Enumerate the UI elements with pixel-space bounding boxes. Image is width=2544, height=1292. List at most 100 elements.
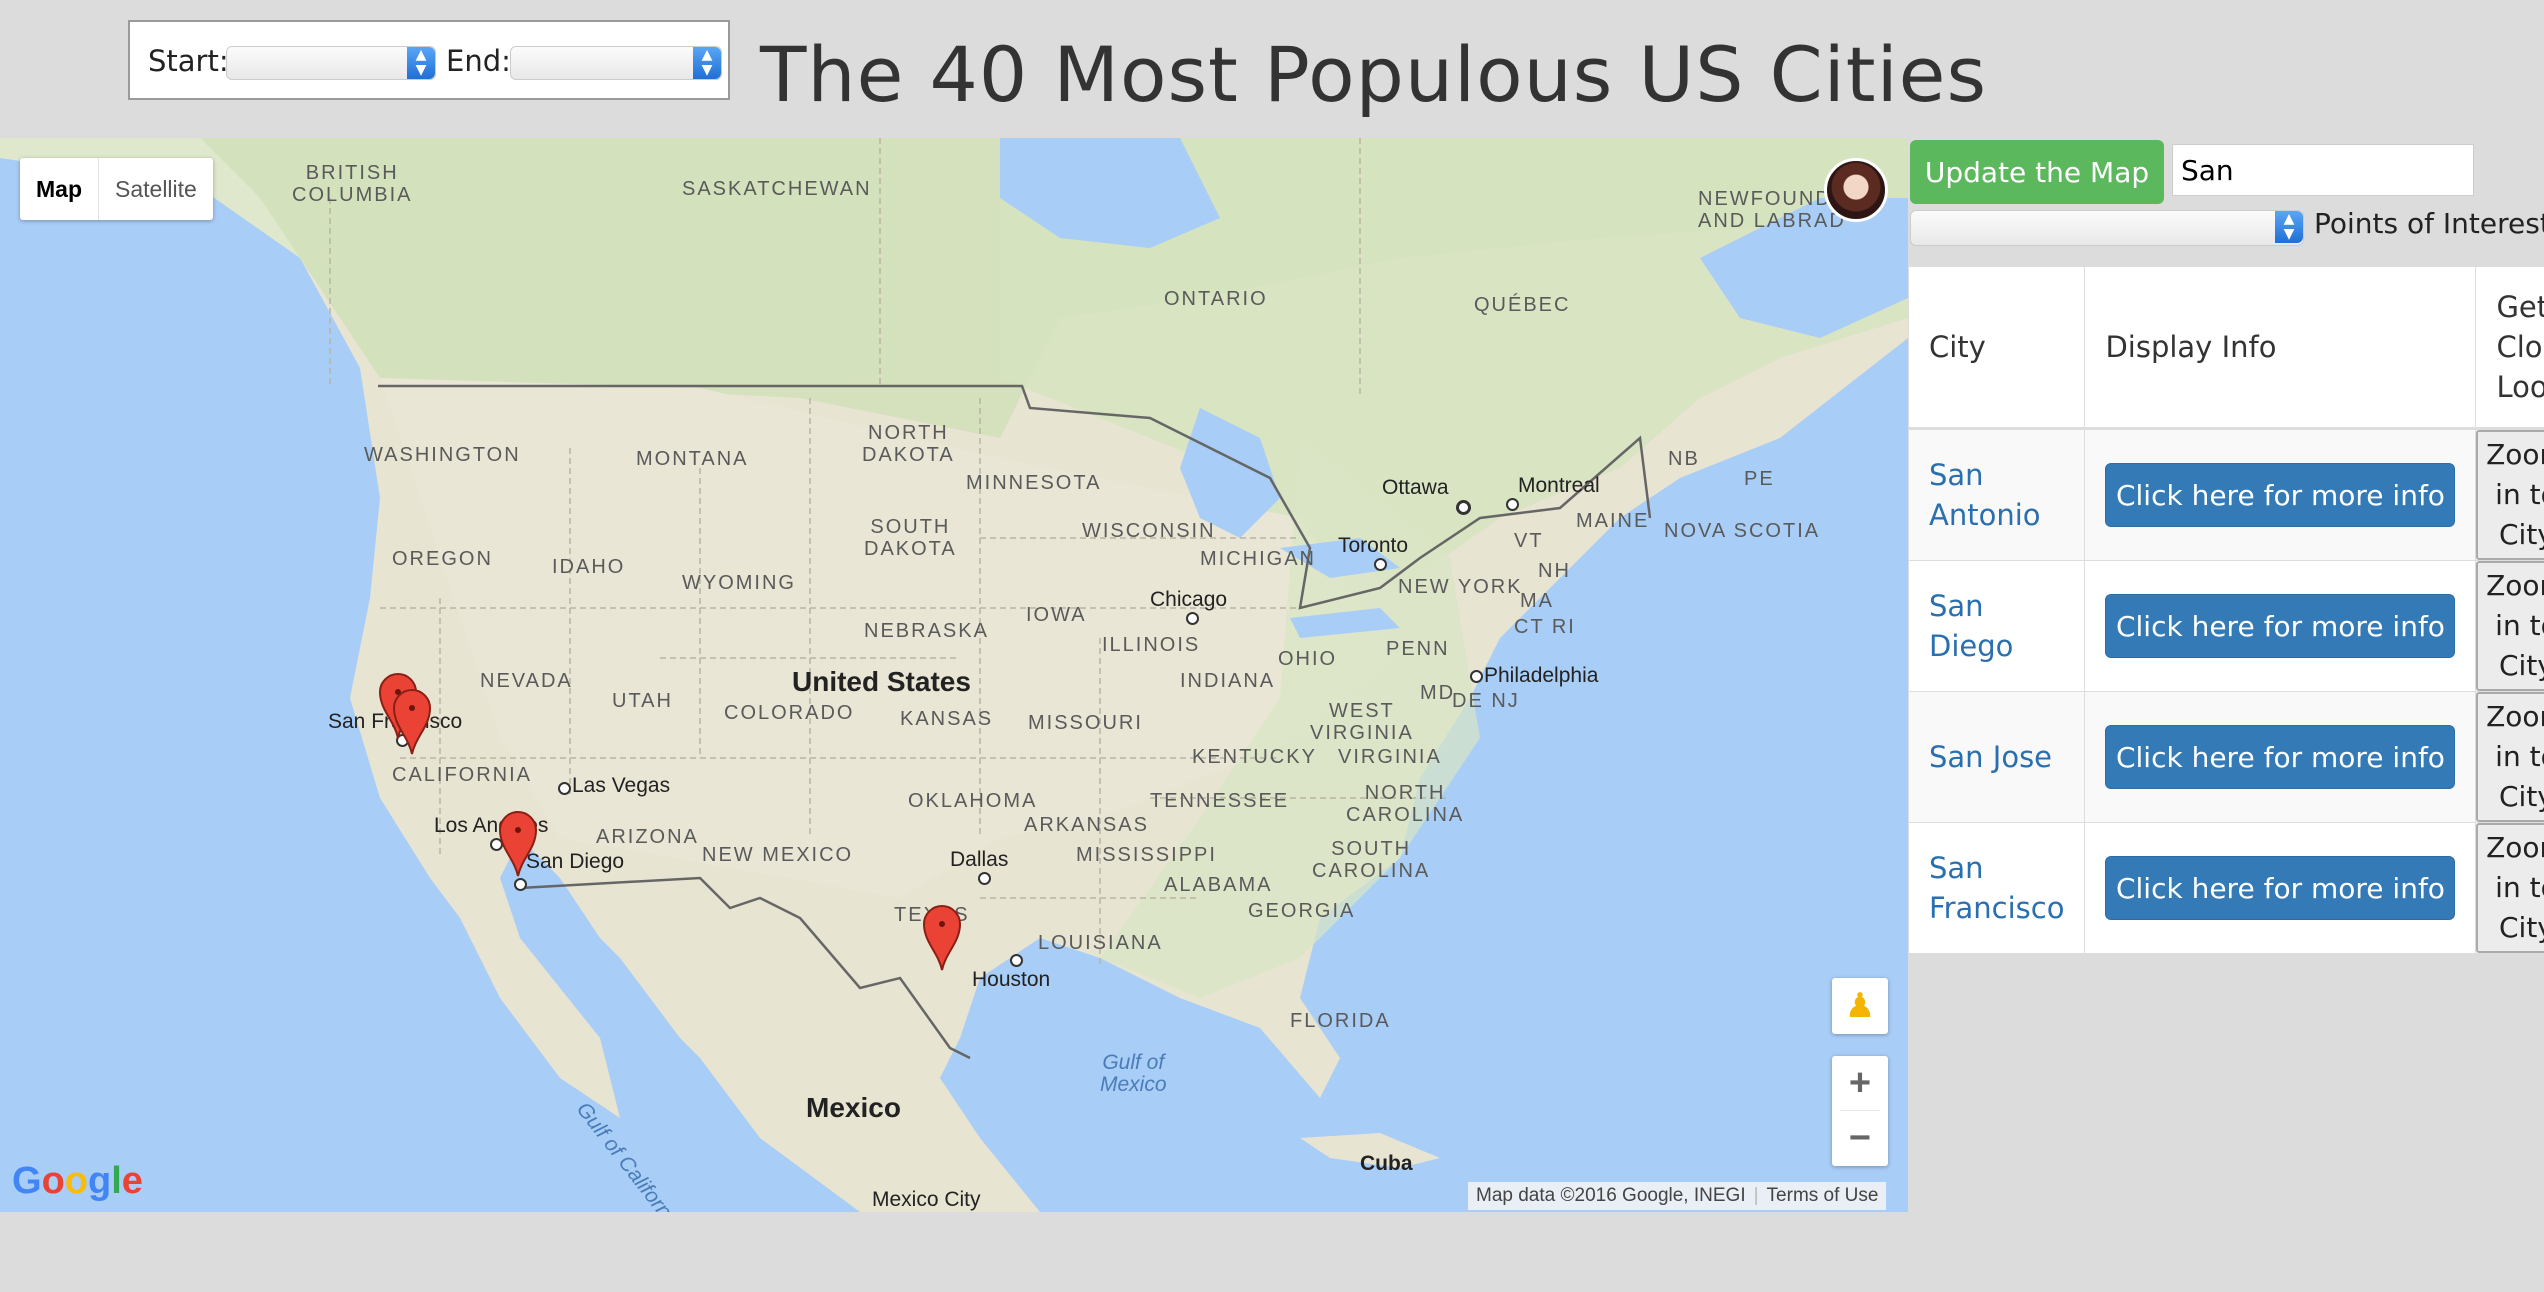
map-type-satellite-button[interactable]: Satellite <box>99 158 213 220</box>
select-arrows-icon: ▲ ▼ <box>407 47 435 79</box>
map-view[interactable]: BRITISH COLUMBIA SASKATCHEWAN ONTARIO QUÉ… <box>0 138 1908 1212</box>
more-info-button[interactable]: Click here for more info <box>2105 463 2456 527</box>
city-dot <box>1470 670 1483 683</box>
city-dot <box>558 782 571 795</box>
map-data-text: Map data ©2016 Google, INEGI <box>1476 1185 1746 1206</box>
map-label-louisiana: LOUISIANA <box>1038 932 1163 954</box>
map-label-ct-ri: CT RI <box>1514 616 1576 638</box>
map-label-pe: PE <box>1744 468 1775 490</box>
map-label-nh: NH <box>1538 560 1571 582</box>
more-info-button[interactable]: Click here for more info <box>2105 725 2456 789</box>
map-label-vt: VT <box>1514 530 1544 552</box>
select-arrows-icon: ▲ ▼ <box>693 47 721 79</box>
table-row: San Antonio Click here for more info Zoo… <box>1907 428 2544 561</box>
map-label-ma: MA <box>1520 590 1554 612</box>
map-label-missouri: MISSOURI <box>1028 712 1143 734</box>
map-label-oklahoma: OKLAHOMA <box>908 790 1038 812</box>
map-label-nova-scotia: NOVA SCOTIA <box>1664 520 1821 542</box>
map-label-arkansas: ARKANSAS <box>1024 814 1149 836</box>
map-label-british-columbia: BRITISH COLUMBIA <box>292 162 413 206</box>
map-label-united-states: United States <box>792 666 971 697</box>
city-dot <box>1506 498 1519 511</box>
city-dot <box>1186 612 1199 625</box>
map-label-quebec: QUÉBEC <box>1474 294 1571 316</box>
map-label-ottawa: Ottawa <box>1382 476 1449 499</box>
city-dot <box>514 878 527 891</box>
zoom-to-city-button[interactable]: Zoom in to City <box>2476 561 2544 691</box>
map-marker-san-antonio[interactable] <box>922 904 962 972</box>
map-label-ontario: ONTARIO <box>1164 288 1268 310</box>
map-label-nebraska: NEBRASKA <box>864 620 989 642</box>
cities-table: City Display Info Get A Closer Look San … <box>1907 266 2544 954</box>
map-label-montreal: Montreal <box>1518 474 1600 497</box>
more-info-button[interactable]: Click here for more info <box>2105 594 2456 658</box>
pegman-icon[interactable]: ♟ <box>1832 978 1888 1034</box>
zoom-in-button[interactable]: + <box>1832 1056 1888 1110</box>
city-link[interactable]: San Antonio <box>1929 458 2041 532</box>
map-label-south-carolina: SOUTH CAROLINA <box>1312 838 1431 882</box>
city-link[interactable]: San Jose <box>1929 740 2052 774</box>
map-label-md: MD <box>1420 682 1456 704</box>
map-label-arizona: ARIZONA <box>596 826 699 848</box>
map-marker-san-francisco[interactable] <box>392 688 432 756</box>
map-label-california: CALIFORNIA <box>392 764 533 786</box>
start-select[interactable]: ▲ ▼ <box>226 46 436 80</box>
table-header-row: City Display Info Get A Closer Look <box>1907 266 2544 430</box>
zoom-to-city-button[interactable]: Zoom in to City <box>2476 692 2544 822</box>
map-label-wyoming: WYOMING <box>682 572 796 594</box>
page-title: The 40 Most Populous US Cities <box>760 30 1988 119</box>
map-label-kansas: KANSAS <box>900 708 994 730</box>
map-label-washington: WASHINGTON <box>364 444 521 466</box>
header-city: City <box>1907 266 2086 430</box>
map-label-virginia: VIRGINIA <box>1338 746 1442 768</box>
zoom-to-city-button[interactable]: Zoom in to City <box>2476 430 2544 560</box>
update-map-button[interactable]: Update the Map <box>1910 140 2164 204</box>
map-label-gulf-of-mexico: Gulf of Mexico <box>1100 1051 1167 1096</box>
map-label-maine: MAINE <box>1576 510 1650 532</box>
city-link[interactable]: San Diego <box>1929 589 2013 663</box>
map-label-minnesota: MINNESOTA <box>966 472 1102 494</box>
map-label-san-diego: San Diego <box>526 850 625 873</box>
city-dot <box>978 872 991 885</box>
zoom-out-button[interactable]: − <box>1832 1111 1888 1165</box>
map-label-mississippi: MISSISSIPPI <box>1076 844 1217 866</box>
map-label-georgia: GEORGIA <box>1248 900 1356 922</box>
map-label-new-york: NEW YORK <box>1398 576 1523 598</box>
map-type-map-button[interactable]: Map <box>20 158 99 220</box>
user-avatar[interactable] <box>1824 158 1888 222</box>
map-label-north-dakota: NORTH DAKOTA <box>862 422 955 466</box>
city-search-input[interactable] <box>2172 144 2474 196</box>
map-label-toronto: Toronto <box>1338 534 1409 557</box>
map-label-florida: FLORIDA <box>1290 1010 1391 1032</box>
google-logo[interactable]: Google <box>12 1160 143 1203</box>
city-dot <box>1456 500 1471 515</box>
map-label-north-carolina: NORTH CAROLINA <box>1346 782 1465 826</box>
map-label-iowa: IOWA <box>1026 604 1087 626</box>
more-info-button[interactable]: Click here for more info <box>2105 856 2456 920</box>
map-label-chicago: Chicago <box>1150 588 1228 611</box>
map-label-houston: Houston <box>972 968 1051 991</box>
map-label-indiana: INDIANA <box>1180 670 1276 692</box>
map-label-mexico-city: Mexico City <box>872 1188 981 1211</box>
map-label-ohio: OHIO <box>1278 648 1338 670</box>
select-arrows-icon: ▲ ▼ <box>2275 211 2303 243</box>
table-row: San Jose Click here for more info Zoom i… <box>1907 691 2544 823</box>
map-label-michigan: MICHIGAN <box>1200 548 1316 570</box>
end-label: End: <box>446 44 511 78</box>
map-attribution: Map data ©2016 Google, INEGI | Terms of Us… <box>1468 1182 1887 1210</box>
map-label-oregon: OREGON <box>392 548 493 570</box>
zoom-to-city-button[interactable]: Zoom in to City <box>2476 823 2544 953</box>
map-label-las-vegas: Las Vegas <box>572 774 671 797</box>
end-select[interactable]: ▲ ▼ <box>510 46 722 80</box>
map-label-mexico: Mexico <box>806 1092 901 1123</box>
header-display-info: Display Info <box>2084 266 2477 430</box>
points-of-interest-select[interactable]: ▲ ▼ <box>1910 210 2304 246</box>
city-link[interactable]: San Francisco <box>1929 851 2064 925</box>
terms-link[interactable]: Terms of Use <box>1767 1185 1879 1206</box>
map-label-west-virginia: WEST VIRGINIA <box>1310 700 1414 744</box>
map-marker-san-diego[interactable] <box>498 810 538 878</box>
map-label-south-dakota: SOUTH DAKOTA <box>864 516 957 560</box>
map-label-nevada: NEVADA <box>480 670 573 692</box>
map-type-control: Map Satellite <box>20 158 213 220</box>
map-label-illinois: ILLINOIS <box>1102 634 1201 656</box>
